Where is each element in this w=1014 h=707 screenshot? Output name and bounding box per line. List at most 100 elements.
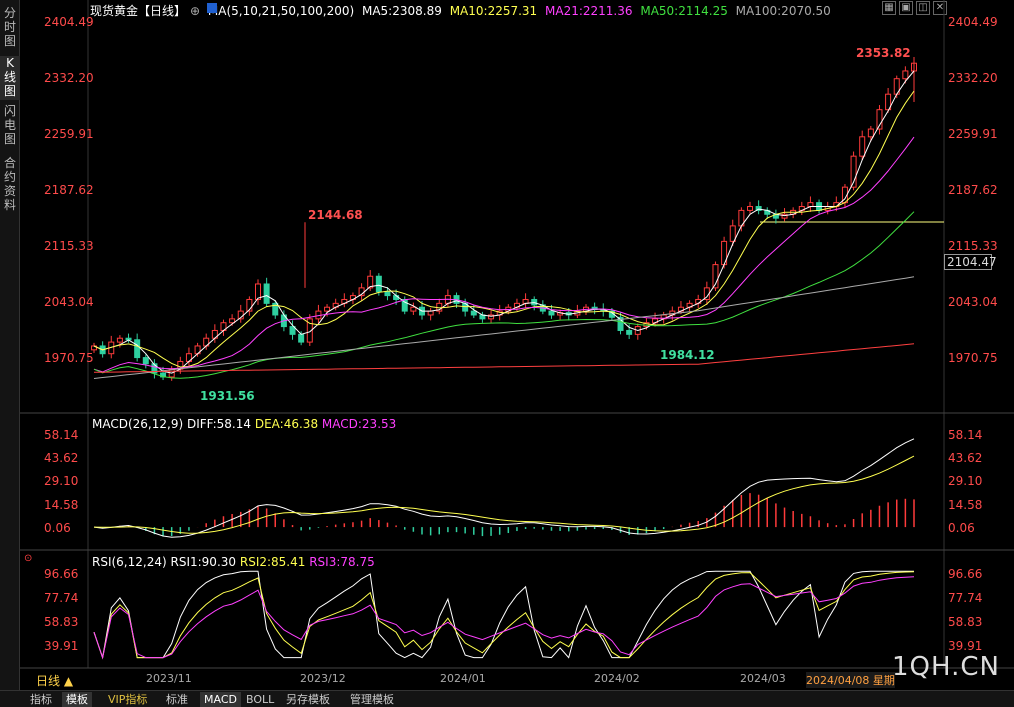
candle (488, 310, 495, 324)
date-tick: 2023/11 (146, 672, 192, 685)
macd-dea-line (93, 455, 915, 534)
ma50-line (93, 211, 915, 379)
tab-vip-indicators[interactable]: VIP指标 (104, 692, 151, 707)
candle-body (548, 310, 555, 316)
rsi2-value: RSI2:85.41 (239, 555, 306, 569)
macd-tick: 29.10 (948, 474, 983, 488)
candle-body (384, 291, 391, 297)
macd-dea: DEA:46.38 (254, 417, 319, 431)
macd-value: MACD:23.53 (321, 417, 397, 431)
macd-tick: 43.62 (948, 451, 983, 465)
macd-tick: 0.06 (44, 521, 71, 535)
candle (263, 277, 270, 307)
price-tick: 2404.49 (44, 15, 94, 29)
rsi3-line (93, 576, 915, 660)
candle (781, 208, 788, 222)
candle (686, 300, 693, 312)
candle-body (470, 310, 477, 316)
price-tick: 1970.75 (948, 351, 998, 365)
rsi-tick: 77.74 (948, 591, 983, 605)
candle (617, 312, 624, 335)
rsi-tick: 39.91 (44, 639, 79, 653)
tab-template[interactable]: 模板 (62, 692, 92, 707)
ma10-line (93, 90, 915, 368)
high-annotation: 2353.82 (856, 46, 911, 60)
candle (522, 293, 529, 309)
candle (729, 219, 736, 247)
price-tick: 2115.33 (44, 239, 94, 253)
rsi-panel (93, 570, 915, 660)
tab-boll[interactable]: BOLL (242, 692, 278, 707)
macd-tick: 43.62 (44, 451, 79, 465)
candle (436, 298, 443, 315)
macd-diff-line (93, 438, 915, 538)
watermark: 1QH.CN (892, 652, 1000, 682)
period-selector[interactable]: 日线 ▲ (36, 672, 73, 689)
candle (246, 296, 253, 316)
price-tick: 2259.91 (948, 127, 998, 141)
price-tick: 2115.33 (948, 239, 998, 253)
candle-body (134, 339, 141, 359)
chart-canvas (20, 0, 1014, 669)
candle-body (324, 306, 331, 312)
candle-body (263, 283, 270, 304)
candle-body (298, 333, 305, 343)
candle-body (375, 275, 382, 293)
candle-body (747, 206, 753, 211)
candle (695, 294, 702, 309)
candle-body (859, 136, 866, 157)
candle (315, 304, 322, 324)
candle-body (626, 329, 633, 335)
candle (220, 319, 227, 336)
candle (185, 347, 192, 367)
candle (798, 201, 805, 216)
candle-body (867, 128, 874, 138)
tab-save-template[interactable]: 另存模板 (282, 692, 334, 707)
macd-params: MACD(26,12,9) (92, 417, 184, 431)
candle (867, 125, 874, 142)
tab-standard[interactable]: 标准 (162, 692, 192, 707)
tab-indicators[interactable]: 指标 (26, 692, 56, 707)
rsi-tick: 96.66 (44, 567, 79, 581)
price-tick: 2043.04 (948, 295, 998, 309)
candle (876, 105, 883, 135)
macd-tick: 58.14 (44, 428, 79, 442)
candle (341, 293, 348, 308)
candle (807, 196, 814, 212)
bottom-toolbar: 指标 模板 VIP指标 标准 MACD BOLL 另存模板 管理模板 (0, 690, 1014, 707)
ma100-line (93, 276, 915, 379)
macd-diff: DIFF:58.14 (186, 417, 252, 431)
rsi-tick: 77.74 (44, 591, 79, 605)
candle (772, 209, 779, 224)
candle (557, 309, 564, 320)
rsi-settings-icon[interactable]: ⊙ (24, 553, 32, 564)
macd-tick: 29.10 (44, 474, 79, 488)
price-tick: 2404.49 (948, 15, 998, 29)
rsi1-value: RSI1:90.30 (170, 555, 237, 569)
candle (634, 323, 641, 340)
rsi-params: RSI(6,12,24) (92, 555, 167, 569)
candle-body (427, 310, 434, 316)
candle (401, 296, 408, 315)
candle (539, 300, 546, 315)
candle-body (807, 202, 814, 208)
candle-body (410, 306, 417, 312)
cursor-date: 2024/04/08 星期 (806, 672, 895, 688)
candle (626, 324, 633, 339)
rsi1-line (93, 570, 914, 659)
macd-title: MACD(26,12,9) DIFF:58.14 DEA:46.38 MACD:… (92, 417, 396, 431)
price-tick: 2259.91 (44, 127, 94, 141)
tab-macd[interactable]: MACD (200, 692, 241, 707)
low-annotation: 1931.56 (200, 389, 255, 403)
rsi-tick: 96.66 (948, 567, 983, 581)
rsi-tick: 39.91 (948, 639, 983, 653)
price-tick: 2187.62 (948, 183, 998, 197)
candle-body (116, 337, 123, 343)
macd-tick: 14.58 (948, 498, 983, 512)
current-price-box: 2104.47 (944, 254, 997, 270)
rsi-title: RSI(6,12,24) RSI1:90.30 RSI2:85.41 RSI3:… (92, 555, 375, 569)
date-tick: 2023/12 (300, 672, 346, 685)
date-tick: 2024/01 (440, 672, 486, 685)
tab-manage-template[interactable]: 管理模板 (346, 692, 398, 707)
macd-tick: 0.06 (948, 521, 975, 535)
